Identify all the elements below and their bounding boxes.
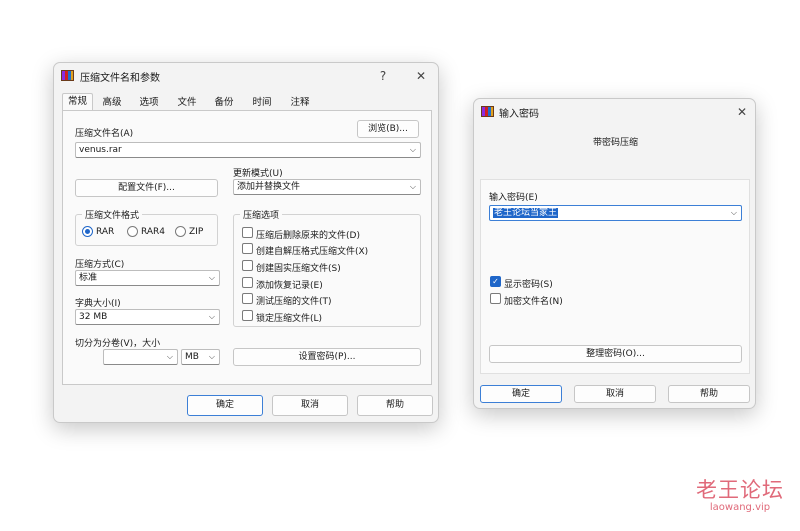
update-mode-label: 更新模式(U) [233,169,283,179]
tab-options[interactable]: 选项 [134,95,164,111]
browse-button[interactable]: 浏览(B)... [357,120,419,138]
general-tab-panel: 压缩文件名(A) 浏览(B)... venus.rar ⌵ 配置文件(F)...… [62,110,432,385]
create-sfx-checkbox[interactable] [242,243,253,254]
password-dialog-panel: 输入密码(E) 老王论坛当家王 ⌵ ✓ 显示密码(S) 加密文件名(N) 整理密… [480,179,750,374]
archive-name-combobox[interactable]: venus.rar ⌵ [75,142,421,158]
format-rar4-radio[interactable] [127,226,138,237]
archive-dialog-titlebar: 压缩文件名和参数 ? ✕ [54,63,438,89]
split-unit-select[interactable]: MB ⌵ [181,349,220,365]
close-icon[interactable]: ✕ [734,104,750,120]
watermark-logo-text: 老王论坛 [696,478,784,502]
organize-passwords-button[interactable]: 整理密码(O)... [489,345,742,363]
set-password-button[interactable]: 设置密码(P)... [233,348,421,366]
archiving-options-group-title: 压缩选项 [240,208,283,221]
watermark: 老王论坛 laowang.vip [690,478,790,514]
chevron-down-icon: ⌵ [208,273,215,282]
format-rar4-label: RAR4 [141,227,166,237]
password-dialog-heading: 带密码压缩 [592,138,638,148]
test-archived-files-label: 测试压缩的文件(T) [256,297,332,307]
split-volumes-label: 切分为分卷(V)，大小 [75,339,161,349]
password-dialog: 输入密码 ✕ 带密码压缩 输入密码(E) 老王论坛当家王 ⌵ ✓ 显示密码(S)… [473,98,756,409]
compression-method-value: 标准 [79,273,98,283]
chevron-down-icon: ⌵ [208,312,215,321]
archive-name-value: venus.rar [79,145,122,155]
format-rar-radio[interactable] [82,226,93,237]
create-sfx-label: 创建自解压格式压缩文件(X) [256,247,369,257]
archive-dialog-title: 压缩文件名和参数 [80,73,160,84]
cancel-button[interactable]: 取消 [272,395,348,416]
tab-comment[interactable]: 注释 [285,95,315,111]
add-recovery-record-checkbox[interactable] [242,277,253,288]
archive-params-dialog: 压缩文件名和参数 ? ✕ 常规 高级 选项 文件 备份 时间 注释 压缩文件名(… [53,62,439,423]
watermark-url: laowang.vip [709,502,771,513]
chevron-down-icon: ⌵ [409,145,416,154]
password-label: 输入密码(E) [489,193,538,203]
show-password-checkbox[interactable]: ✓ [490,276,501,287]
chevron-down-icon: ⌵ [730,208,737,217]
ok-button[interactable]: 确定 [187,395,263,416]
compression-method-label: 压缩方式(C) [75,260,125,270]
password-input[interactable]: 老王论坛当家王 ⌵ [489,205,742,221]
delete-after-archiving-label: 压缩后删除原来的文件(D) [256,231,360,241]
tab-backup[interactable]: 备份 [209,95,239,111]
archiving-options-group: 压缩选项 压缩后删除原来的文件(D) 创建自解压格式压缩文件(X) 创建固实压缩… [233,208,421,327]
password-value: 老王论坛当家王 [493,208,559,218]
split-unit-value: MB [185,352,199,362]
tab-advanced[interactable]: 高级 [97,95,127,111]
create-solid-label: 创建固实压缩文件(S) [256,264,341,274]
close-icon[interactable]: ✕ [413,68,429,84]
chevron-down-icon: ⌵ [409,182,416,191]
dictionary-size-select[interactable]: 32 MB ⌵ [75,309,220,325]
tab-files[interactable]: 文件 [172,95,202,111]
winrar-app-icon [481,106,494,117]
ok-button[interactable]: 确定 [480,385,562,403]
help-button[interactable]: 帮助 [668,385,750,403]
archive-format-group: 压缩文件格式 RAR RAR4 ZIP [75,208,218,246]
split-volumes-combobox[interactable]: ⌵ [103,349,178,365]
test-archived-files-checkbox[interactable] [242,293,253,304]
help-icon[interactable]: ? [375,68,391,84]
add-recovery-record-label: 添加恢复记录(E) [256,281,323,291]
password-dialog-titlebar: 输入密码 ✕ [474,99,755,125]
help-button[interactable]: 帮助 [357,395,433,416]
show-password-label: 显示密码(S) [504,280,553,290]
cancel-button[interactable]: 取消 [574,385,656,403]
update-mode-value: 添加并替换文件 [237,182,301,192]
winrar-app-icon [61,70,74,81]
archive-format-group-title: 压缩文件格式 [82,208,143,221]
password-dialog-title: 输入密码 [499,109,539,120]
dictionary-size-value: 32 MB [79,312,108,322]
archive-name-label: 压缩文件名(A) [75,129,134,139]
chevron-down-icon: ⌵ [166,352,173,361]
tab-general[interactable]: 常规 [62,93,93,111]
chevron-down-icon: ⌵ [208,352,215,361]
encrypt-file-names-checkbox[interactable] [490,293,501,304]
dictionary-size-label: 字典大小(I) [75,299,121,309]
format-rar-label: RAR [96,227,115,237]
format-zip-label: ZIP [189,227,204,237]
format-zip-radio[interactable] [175,226,186,237]
lock-archive-checkbox[interactable] [242,310,253,321]
delete-after-archiving-checkbox[interactable] [242,227,253,238]
update-mode-select[interactable]: 添加并替换文件 ⌵ [233,179,421,195]
lock-archive-label: 锁定压缩文件(L) [256,314,323,324]
profiles-button[interactable]: 配置文件(F)... [75,179,218,197]
compression-method-select[interactable]: 标准 ⌵ [75,270,220,286]
create-solid-checkbox[interactable] [242,260,253,271]
tab-time[interactable]: 时间 [247,95,277,111]
encrypt-file-names-label: 加密文件名(N) [504,297,563,307]
